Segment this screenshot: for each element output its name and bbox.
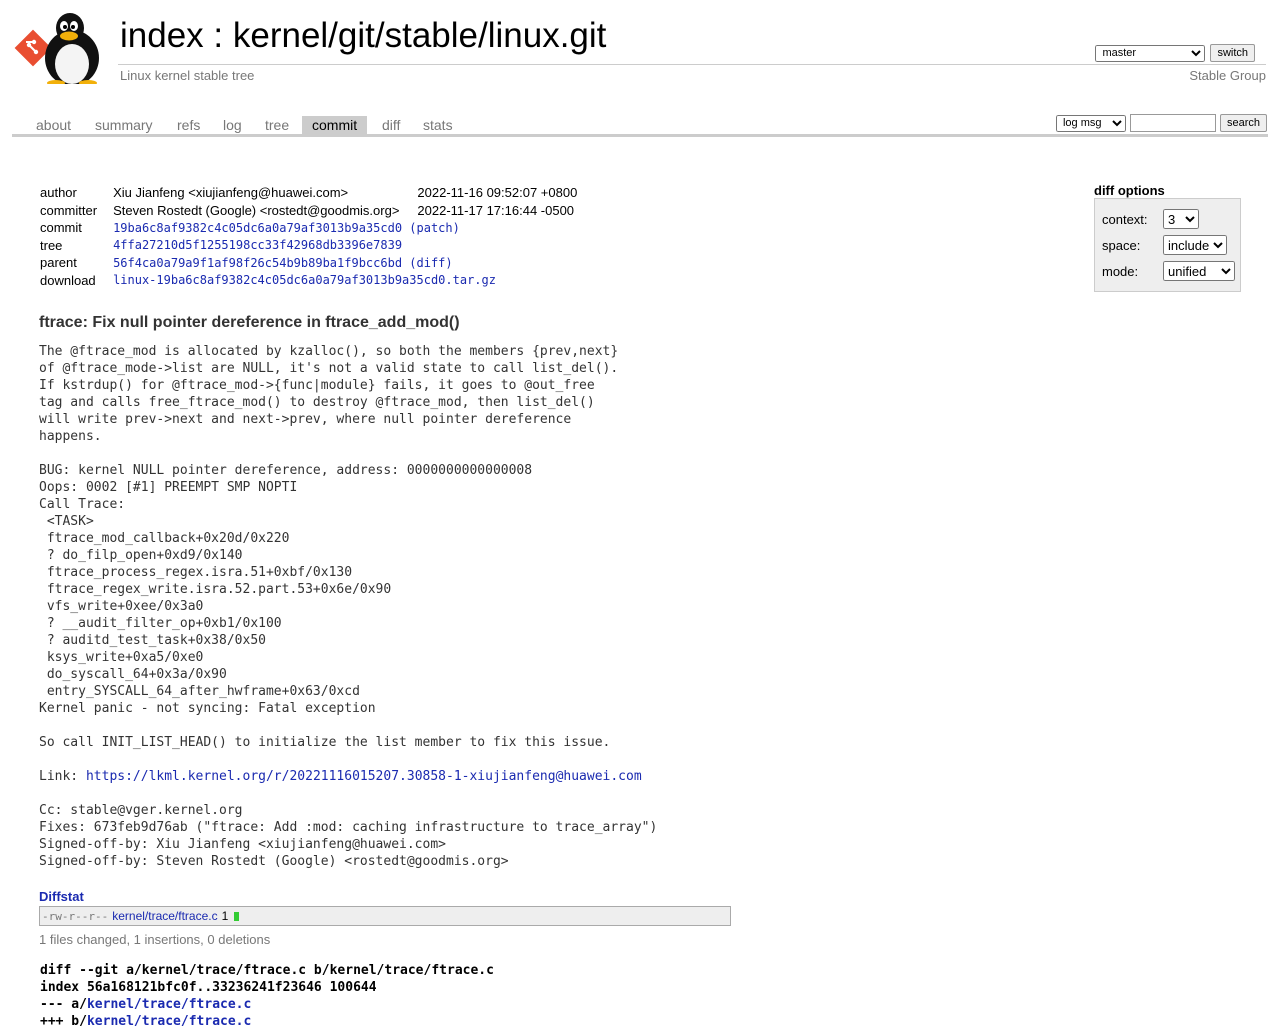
diff-index-line: index 56a168121bfc0f..33236241f23646 100… bbox=[40, 980, 377, 995]
tab-summary[interactable]: summary bbox=[85, 116, 163, 134]
commit-subject: ftrace: Fix null pointer dereference in … bbox=[39, 314, 460, 331]
tab-diff[interactable]: diff bbox=[372, 116, 410, 134]
parent-label: parent bbox=[40, 255, 77, 271]
diff-header: diff --git a/kernel/trace/ftrace.c b/ker… bbox=[40, 962, 494, 1030]
diffstat-file-link[interactable]: kernel/trace/ftrace.c bbox=[112, 909, 217, 923]
diff-new-file-line: +++ b/kernel/trace/ftrace.c bbox=[40, 1013, 494, 1030]
mode-row: mode: unified bbox=[1102, 261, 1235, 281]
page-title: index : kernel/git/stable/linux.git bbox=[120, 16, 606, 56]
committer-row: committer Steven Rostedt (Google) <roste… bbox=[36, 202, 581, 220]
tab-tree[interactable]: tree bbox=[255, 116, 299, 134]
tab-log[interactable]: log bbox=[213, 116, 252, 134]
message-body-after-link: Cc: stable@vger.kernel.org Fixes: 673feb… bbox=[39, 803, 658, 869]
tree-hash-link[interactable]: 4ffa27210d5f1255198cc33f42968db3396e7839 bbox=[113, 238, 402, 252]
commit-info-table: author Xiu Jianfeng <xiujianfeng@huawei.… bbox=[36, 184, 581, 289]
diff-git-line: diff --git a/kernel/trace/ftrace.c b/ker… bbox=[40, 963, 494, 978]
space-row: space: include bbox=[1102, 235, 1227, 255]
author-date: 2022-11-16 09:52:07 +0800 bbox=[417, 185, 578, 201]
tux-penguin-icon bbox=[45, 13, 99, 84]
diff-new-prefix: +++ b/ bbox=[40, 1014, 87, 1029]
committer-date: 2022-11-17 17:16:44 -0500 bbox=[417, 202, 575, 218]
mode-select[interactable]: unified bbox=[1163, 261, 1235, 281]
tab-refs[interactable]: refs bbox=[167, 116, 210, 134]
diff-new-file-link[interactable]: kernel/trace/ftrace.c bbox=[87, 1014, 251, 1029]
diffstat-table: -rw-r--r-- kernel/trace/ftrace.c 1 bbox=[39, 906, 731, 926]
diff-old-file-link[interactable]: kernel/trace/ftrace.c bbox=[87, 997, 251, 1012]
tree-row: tree 4ffa27210d5f1255198cc33f42968db3396… bbox=[36, 237, 581, 255]
tab-about[interactable]: about bbox=[26, 116, 81, 134]
diffstat-insertions-bar bbox=[234, 911, 240, 921]
branch-switch-form: master switch bbox=[1095, 44, 1255, 62]
branch-select[interactable]: master bbox=[1095, 44, 1206, 62]
tab-commit[interactable]: commit bbox=[302, 116, 368, 134]
download-label: download bbox=[40, 272, 96, 288]
space-label: space: bbox=[1102, 237, 1141, 253]
committer-value: Steven Rostedt (Google) <rostedt@goodmis… bbox=[113, 202, 400, 218]
switch-button[interactable]: switch bbox=[1210, 44, 1255, 62]
context-label: context: bbox=[1102, 211, 1148, 227]
header-divider bbox=[118, 64, 1266, 65]
search-form: log msg search bbox=[1055, 114, 1267, 132]
download-tarball-link[interactable]: linux-19ba6c8af9382c4c05dc6a0a79af3013b9… bbox=[113, 273, 496, 287]
author-row: author Xiu Jianfeng <xiujianfeng@huawei.… bbox=[36, 184, 581, 202]
message-body-before-link: The @ftrace_mod is allocated by kzalloc(… bbox=[39, 344, 619, 784]
context-select[interactable]: 3 bbox=[1163, 209, 1199, 229]
index-link[interactable]: index bbox=[120, 16, 204, 55]
patch-link[interactable]: (patch) bbox=[409, 221, 460, 235]
file-mode: -rw-r--r-- bbox=[42, 909, 109, 923]
parent-row: parent 56f4ca0a79a9f1af98f26c54b9b89ba1f… bbox=[36, 254, 581, 272]
mode-label: mode: bbox=[1102, 263, 1139, 279]
diff-old-file-line: --- a/kernel/trace/ftrace.c bbox=[40, 996, 494, 1013]
diffstat-header-link[interactable]: Diffstat bbox=[39, 889, 84, 904]
author-label: author bbox=[40, 185, 77, 201]
commit-message: The @ftrace_mod is allocated by kzalloc(… bbox=[39, 343, 657, 870]
space-select[interactable]: include bbox=[1163, 235, 1227, 255]
repo-owner: Stable Group bbox=[1189, 68, 1266, 83]
title-separator: : bbox=[203, 16, 233, 55]
diffstat-summary: 1 files changed, 1 insertions, 0 deletio… bbox=[39, 932, 271, 947]
cgit-logo[interactable] bbox=[14, 12, 110, 84]
diff-old-prefix: --- a/ bbox=[40, 997, 87, 1012]
diff-options-panel: context: 3 space: include mode: unified bbox=[1094, 198, 1241, 292]
commit-hash-link[interactable]: 19ba6c8af9382c4c05dc6a0a79af3013b9a35cd0 bbox=[113, 221, 402, 235]
tree-label: tree bbox=[40, 237, 63, 253]
committer-label: committer bbox=[40, 202, 98, 218]
search-button[interactable]: search bbox=[1219, 114, 1267, 132]
commit-row: commit 19ba6c8af9382c4c05dc6a0a79af3013b… bbox=[36, 219, 581, 237]
diff-options-title: diff options bbox=[1094, 183, 1165, 198]
diffstat-row: -rw-r--r-- kernel/trace/ftrace.c 1 bbox=[42, 909, 240, 923]
parent-hash-link[interactable]: 56f4ca0a79a9f1af98f26c54b9b89ba1f9bcc6bd bbox=[113, 256, 402, 270]
author-value: Xiu Jianfeng <xiujianfeng@huawei.com> bbox=[113, 185, 349, 201]
repo-link[interactable]: kernel/git/stable/linux.git bbox=[233, 16, 607, 55]
search-input[interactable] bbox=[1129, 114, 1216, 132]
repo-description: Linux kernel stable tree bbox=[120, 68, 255, 83]
diffstat-count: 1 bbox=[221, 909, 229, 923]
commit-label: commit bbox=[40, 220, 82, 236]
search-type-select[interactable]: log msg bbox=[1055, 114, 1126, 132]
download-row: download linux-19ba6c8af9382c4c05dc6a0a7… bbox=[36, 272, 581, 290]
lkml-link[interactable]: https://lkml.kernel.org/r/20221116015207… bbox=[86, 769, 642, 784]
tab-stats[interactable]: stats bbox=[413, 116, 463, 134]
context-row: context: 3 bbox=[1102, 209, 1199, 229]
parent-diff-link[interactable]: (diff) bbox=[409, 256, 452, 270]
